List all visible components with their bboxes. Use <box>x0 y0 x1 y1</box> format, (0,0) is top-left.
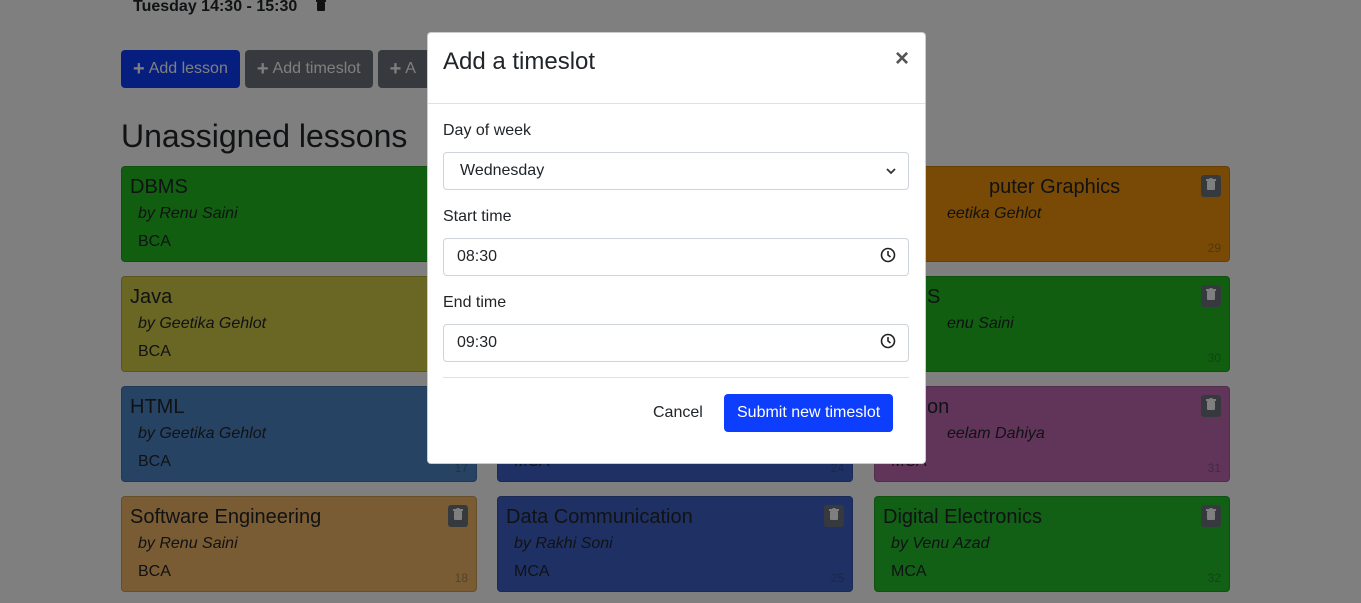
close-icon[interactable]: × <box>895 47 909 71</box>
modal-title: Add a timeslot <box>443 48 596 75</box>
start-time-label: Start time <box>443 208 512 225</box>
modal-header: Add a timeslot × <box>428 33 925 104</box>
clock-icon[interactable] <box>880 333 896 354</box>
clock-icon[interactable] <box>880 247 896 268</box>
end-time-input[interactable]: 09:30 <box>443 324 909 362</box>
form-divider <box>443 377 909 378</box>
start-time-input[interactable]: 08:30 <box>443 238 909 276</box>
end-time-label: End time <box>443 294 507 311</box>
submit-timeslot-button[interactable]: Submit new timeslot <box>724 394 894 432</box>
add-timeslot-dialog: Add a timeslot × Day of week Wednesday S… <box>427 32 926 464</box>
chevron-down-icon <box>886 162 896 180</box>
cancel-button[interactable]: Cancel <box>653 404 703 422</box>
day-of-week-value: Wednesday <box>460 162 545 179</box>
day-of-week-label: Day of week <box>443 122 532 139</box>
end-time-value: 09:30 <box>457 334 498 351</box>
start-time-value: 08:30 <box>457 248 498 265</box>
day-of-week-select[interactable]: Wednesday <box>443 152 909 190</box>
